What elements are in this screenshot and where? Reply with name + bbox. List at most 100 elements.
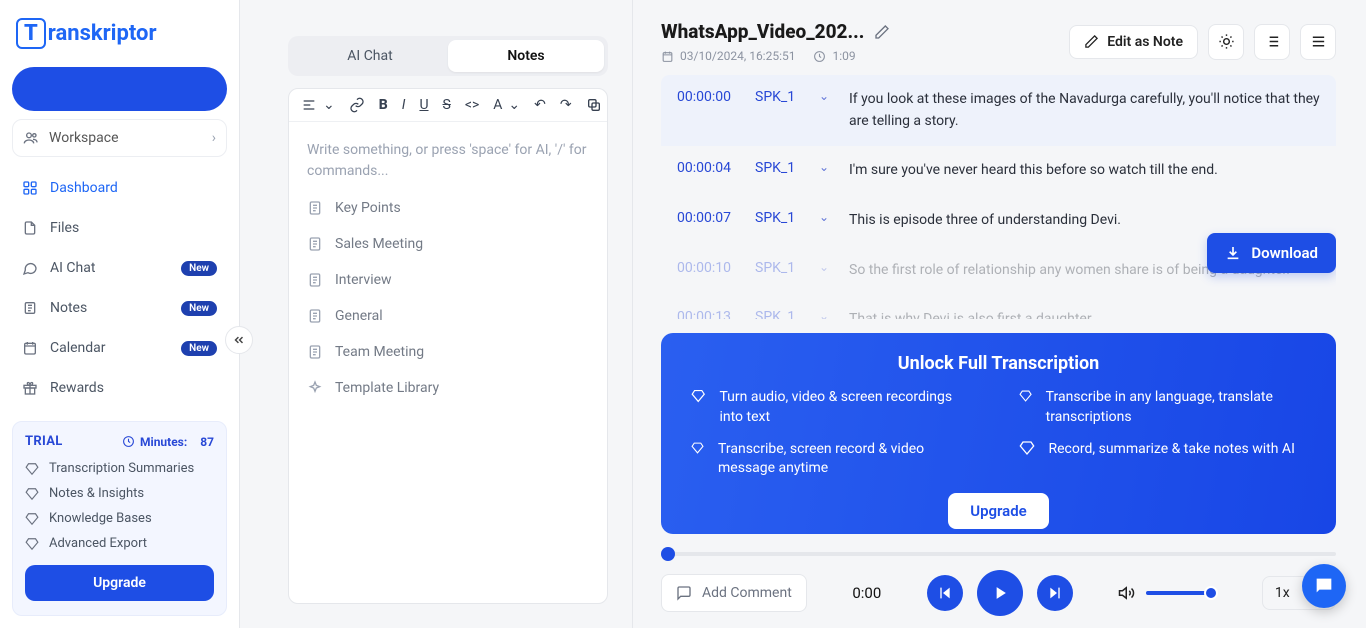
- gift-icon: [22, 380, 38, 396]
- trial-feature: Knowledge Bases: [25, 511, 214, 526]
- text-color-icon[interactable]: A: [493, 97, 502, 113]
- seek-thumb[interactable]: [661, 547, 675, 561]
- template-item[interactable]: General: [299, 302, 597, 330]
- seek-track[interactable]: [661, 552, 1336, 556]
- diamond-icon: [25, 487, 39, 501]
- sidebar-nav: Dashboard Files AI Chat New Notes New Ca…: [12, 169, 227, 407]
- trial-minutes: Minutes: 87: [122, 435, 214, 449]
- list-button[interactable]: [1254, 24, 1290, 60]
- notes-icon: [22, 300, 38, 316]
- unlock-feature: Transcribe in any language, translate tr…: [1019, 388, 1307, 427]
- volume-thumb[interactable]: [1204, 586, 1218, 600]
- nav-notes[interactable]: Notes New: [12, 289, 227, 327]
- doc-icon: [307, 344, 323, 360]
- align-icon[interactable]: [301, 97, 317, 113]
- chevron-down-icon[interactable]: ⌄: [323, 97, 335, 113]
- chat-fab-button[interactable]: [1302, 564, 1346, 608]
- chevron-down-icon[interactable]: ⌄: [819, 309, 837, 319]
- redo-icon[interactable]: ↷: [560, 97, 572, 113]
- logo-mark: T: [16, 18, 46, 49]
- notes-panel: AI Chat Notes ⌄ B I U S <> A ⌄ ↶ ↷ Write…: [240, 0, 632, 628]
- theme-toggle-button[interactable]: [1208, 24, 1244, 60]
- play-button[interactable]: [977, 570, 1023, 616]
- code-icon[interactable]: <>: [465, 97, 479, 113]
- new-badge: New: [181, 341, 217, 356]
- chevron-down-icon[interactable]: ⌄: [819, 260, 837, 274]
- trial-feature: Advanced Export: [25, 536, 214, 551]
- underline-icon[interactable]: U: [419, 97, 428, 113]
- strike-icon[interactable]: S: [443, 97, 451, 113]
- download-icon: [1225, 245, 1241, 261]
- download-button[interactable]: Download: [1207, 233, 1336, 273]
- unlock-card: Unlock Full Transcription Turn audio, vi…: [661, 333, 1336, 534]
- nav-files[interactable]: Files: [12, 209, 227, 247]
- template-library[interactable]: Template Library: [299, 374, 597, 402]
- primary-cta-button[interactable]: [12, 67, 227, 111]
- list-icon: [1264, 33, 1281, 50]
- play-icon: [990, 583, 1010, 603]
- copy-icon[interactable]: [586, 97, 602, 113]
- add-comment-button[interactable]: Add Comment: [661, 574, 807, 612]
- transcript-panel: WhatsApp_Video_202... 03/10/2024, 16:25:…: [632, 0, 1366, 628]
- prev-button[interactable]: [927, 575, 963, 611]
- template-item[interactable]: Key Points: [299, 194, 597, 222]
- nav-aichat[interactable]: AI Chat New: [12, 249, 227, 287]
- sun-icon: [1218, 33, 1235, 50]
- edit-as-note-button[interactable]: Edit as Note: [1069, 25, 1198, 59]
- tab-aichat[interactable]: AI Chat: [292, 40, 448, 72]
- tab-notes[interactable]: Notes: [448, 40, 604, 72]
- logo[interactable]: Transkriptor: [12, 12, 227, 59]
- nav-dashboard[interactable]: Dashboard: [12, 169, 227, 207]
- trial-card: TRIAL Minutes: 87 Transcription Summarie…: [12, 421, 227, 616]
- middle-tabs: AI Chat Notes: [288, 36, 608, 76]
- chevron-down-icon[interactable]: ⌄: [819, 160, 837, 174]
- calendar-icon: [22, 340, 38, 356]
- doc-icon: [307, 308, 323, 324]
- editor-placeholder[interactable]: Write something, or press 'space' for AI…: [289, 122, 607, 188]
- comment-icon: [676, 585, 692, 601]
- menu-button[interactable]: [1300, 24, 1336, 60]
- link-icon[interactable]: [349, 97, 365, 113]
- bold-icon[interactable]: B: [379, 97, 388, 113]
- doc-icon: [307, 236, 323, 252]
- doc-icon: [307, 200, 323, 216]
- transcript-row[interactable]: 00:00:13SPK_1⌄That is why Devi is also f…: [661, 295, 1336, 319]
- transcript-row[interactable]: 00:00:04SPK_1⌄I'm sure you've never hear…: [661, 146, 1336, 196]
- unlock-feature: Turn audio, video & screen recordings in…: [691, 388, 979, 427]
- italic-icon[interactable]: I: [402, 97, 406, 113]
- template-item[interactable]: Sales Meeting: [299, 230, 597, 258]
- unlock-title: Unlock Full Transcription: [691, 353, 1306, 374]
- diamond-icon: [691, 388, 705, 404]
- transcript-list: 00:00:00SPK_1⌄If you look at these image…: [661, 75, 1336, 319]
- volume-control[interactable]: [1118, 584, 1216, 602]
- transcript-row[interactable]: 00:00:00SPK_1⌄If you look at these image…: [661, 75, 1336, 146]
- chevron-down-icon[interactable]: ⌄: [819, 89, 837, 103]
- unlock-feature: Record, summarize & take notes with AI: [1019, 440, 1307, 479]
- unlock-upgrade-button[interactable]: Upgrade: [948, 493, 1049, 529]
- notes-editor: ⌄ B I U S <> A ⌄ ↶ ↷ Write something, or…: [288, 88, 608, 604]
- nav-calendar[interactable]: Calendar New: [12, 329, 227, 367]
- diamond-icon: [25, 537, 39, 551]
- diamond-icon: [1019, 440, 1035, 456]
- collapse-sidebar-button[interactable]: [225, 326, 253, 354]
- template-item[interactable]: Team Meeting: [299, 338, 597, 366]
- template-item[interactable]: Interview: [299, 266, 597, 294]
- chevron-down-icon[interactable]: ⌄: [508, 97, 520, 113]
- diamond-icon: [25, 462, 39, 476]
- document-title: WhatsApp_Video_202...: [661, 20, 864, 43]
- edit-icon[interactable]: [874, 24, 890, 40]
- next-button[interactable]: [1037, 575, 1073, 611]
- chat-icon: [22, 260, 38, 276]
- sidebar-upgrade-button[interactable]: Upgrade: [25, 565, 214, 601]
- workspace-selector[interactable]: Workspace ›: [12, 119, 227, 157]
- clock-icon: [813, 50, 826, 63]
- pencil-icon: [1084, 34, 1099, 49]
- template-list: Key Points Sales Meeting Interview Gener…: [289, 188, 607, 414]
- sparkle-icon: [307, 380, 323, 396]
- nav-rewards[interactable]: Rewards: [12, 369, 227, 407]
- new-badge: New: [181, 301, 217, 316]
- volume-icon: [1118, 584, 1136, 602]
- undo-icon[interactable]: ↶: [534, 97, 546, 113]
- chevron-down-icon[interactable]: ⌄: [819, 210, 837, 224]
- volume-track[interactable]: [1146, 591, 1216, 595]
